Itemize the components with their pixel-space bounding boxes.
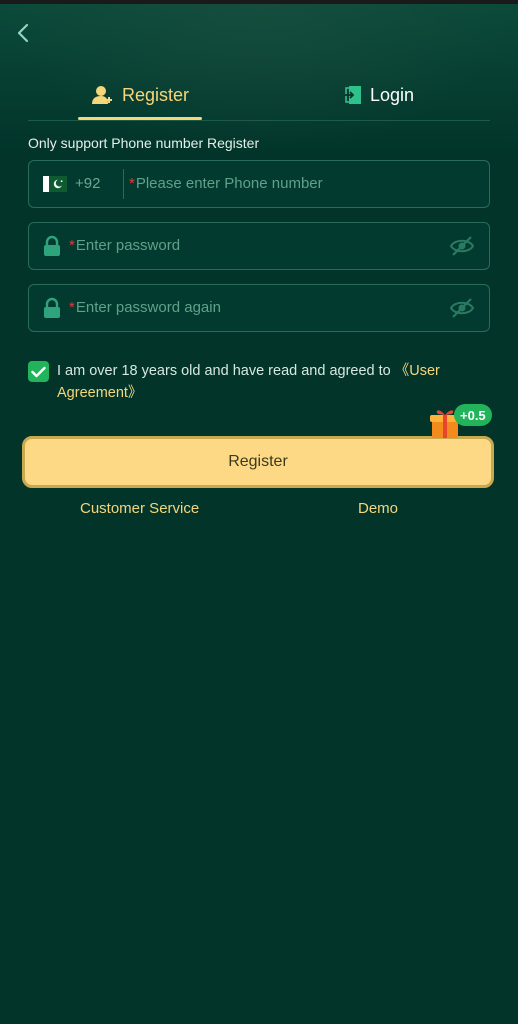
phone-input[interactable]: *Please enter Phone number bbox=[129, 175, 323, 192]
country-code[interactable]: +92 bbox=[75, 175, 100, 192]
password-again-placeholder: Enter password again bbox=[75, 299, 221, 316]
required-mark: * bbox=[69, 299, 75, 316]
chevron-left-icon bbox=[17, 23, 29, 43]
login-door-icon bbox=[345, 86, 361, 104]
auth-tabs: Register Login bbox=[28, 70, 490, 122]
add-user-icon bbox=[92, 86, 112, 104]
agreement-text: I am over 18 years old and have read and… bbox=[57, 360, 477, 404]
password-input[interactable]: *Enter password bbox=[69, 237, 180, 254]
required-mark: * bbox=[69, 237, 75, 254]
agreement-statement: I am over 18 years old and have read and… bbox=[57, 363, 395, 379]
bonus-badge: +0.5 bbox=[454, 404, 492, 426]
register-note: Only support Phone number Register bbox=[28, 135, 260, 151]
agreement-checkbox[interactable] bbox=[28, 361, 49, 382]
tab-login-label: Login bbox=[370, 84, 415, 105]
tab-register-label: Register bbox=[122, 84, 190, 105]
password-placeholder: Enter password bbox=[75, 237, 181, 254]
eye-off-icon[interactable] bbox=[449, 297, 475, 319]
lock-icon bbox=[44, 297, 60, 318]
register-button[interactable]: Register bbox=[22, 436, 494, 488]
customer-service-link[interactable]: Customer Service bbox=[80, 500, 199, 517]
back-button[interactable] bbox=[10, 20, 36, 46]
pakistan-flag-icon bbox=[43, 176, 67, 192]
tab-login[interactable]: Login bbox=[344, 70, 414, 120]
required-mark: * bbox=[129, 175, 135, 192]
lock-icon bbox=[44, 235, 60, 256]
field-separator bbox=[123, 169, 124, 199]
phone-placeholder: Please enter Phone number bbox=[135, 175, 323, 192]
tab-register[interactable]: Register bbox=[92, 70, 189, 120]
demo-link[interactable]: Demo bbox=[358, 500, 398, 517]
phone-field[interactable]: +92 *Please enter Phone number bbox=[28, 160, 490, 208]
password-again-field[interactable]: *Enter password again bbox=[28, 284, 490, 332]
check-icon bbox=[31, 366, 46, 377]
tabs-divider bbox=[28, 120, 490, 121]
eye-off-icon[interactable] bbox=[449, 235, 475, 257]
password-field[interactable]: *Enter password bbox=[28, 222, 490, 270]
password-again-input[interactable]: *Enter password again bbox=[69, 299, 221, 316]
